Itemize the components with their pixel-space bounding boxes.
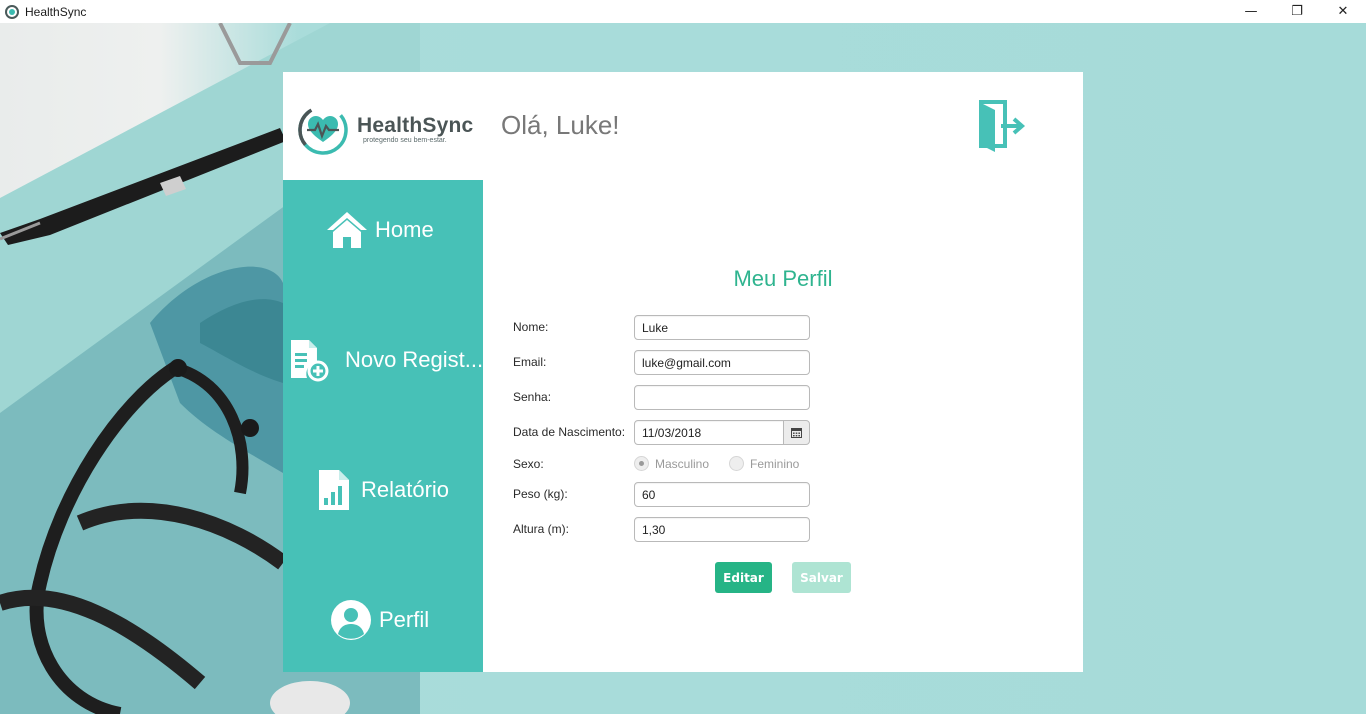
radio-feminino[interactable]: Feminino [729, 456, 799, 471]
radio-masculino-label: Masculino [655, 456, 710, 471]
sidebar-item-novo-registro[interactable]: Novo Regist... [283, 330, 483, 390]
sidebar-item-label: Novo Regist... [344, 347, 483, 372]
window-titlebar: HealthSync — ❐ ✕ [0, 0, 1366, 23]
radio-feminino-label: Feminino [750, 456, 800, 471]
window-title: HealthSync [25, 4, 87, 19]
main-card: HealthSync protegendo seu bem-estar. Olá… [283, 72, 1083, 672]
home-icon [327, 212, 367, 248]
sidebar-item-relatorio[interactable]: Relatório [283, 460, 483, 520]
sidebar-item-label: Perfil [379, 607, 430, 632]
radio-masculino[interactable]: Masculino [634, 456, 709, 471]
altura-input[interactable] [634, 517, 810, 542]
sidebar-item-label: Home [375, 217, 434, 242]
logout-door-icon [979, 100, 1026, 152]
nascimento-input[interactable] [634, 420, 784, 445]
sidebar-item-perfil[interactable]: Perfil [283, 590, 483, 650]
heart-pulse-logo-icon [298, 105, 348, 155]
app-icon [5, 4, 19, 19]
brand-logo: HealthSync protegendo seu bem-estar. [297, 104, 473, 156]
close-button[interactable]: ✕ [1320, 0, 1366, 23]
radio-indicator [729, 456, 744, 471]
calendar-icon [791, 427, 802, 438]
greeting-text: Olá, Luke! [501, 110, 620, 140]
peso-label: Peso (kg): [513, 487, 568, 501]
senha-input[interactable] [634, 385, 810, 410]
brand-name: HealthSync [357, 114, 474, 137]
nascimento-label: Data de Nascimento: [513, 425, 626, 439]
peso-input[interactable] [634, 482, 810, 507]
profile-content: Meu Perfil Nome: Email: Senha: Data de N… [483, 180, 1083, 672]
brand-tagline: protegendo seu bem-estar. [363, 137, 447, 144]
altura-label: Altura (m): [513, 522, 570, 536]
nome-input[interactable] [634, 315, 810, 340]
header: HealthSync protegendo seu bem-estar. Olá… [283, 72, 1083, 180]
maximize-button[interactable]: ❐ [1274, 0, 1320, 23]
page-title: Meu Perfil [483, 266, 1083, 292]
nome-label: Nome: [513, 320, 549, 334]
window-controls: — ❐ ✕ [1228, 0, 1366, 23]
save-button[interactable]: Salvar [792, 562, 851, 593]
new-record-icon [290, 340, 329, 382]
user-icon [331, 600, 371, 640]
report-icon [319, 470, 349, 510]
minimize-button[interactable]: — [1228, 0, 1274, 23]
sexo-label: Sexo: [513, 457, 544, 471]
sidebar-item-home[interactable]: Home [283, 200, 483, 260]
sidebar-item-label: Relatório [361, 477, 450, 502]
email-label: Email: [513, 355, 547, 369]
date-picker-button[interactable] [783, 420, 810, 445]
sidebar: Home Novo Regist... Relatório Perfil [283, 180, 483, 672]
radio-selected-indicator [634, 456, 649, 471]
page-title-text: Meu Perfil [733, 266, 833, 291]
logout-button[interactable] [977, 100, 1027, 154]
senha-label: Senha: [513, 390, 552, 404]
email-input[interactable] [634, 350, 810, 375]
edit-button[interactable]: Editar [715, 562, 772, 593]
